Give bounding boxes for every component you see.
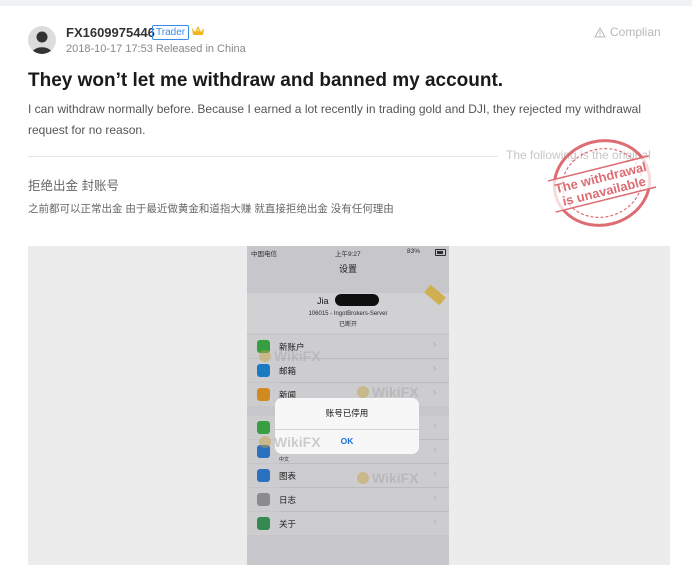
dialog-separator — [275, 429, 419, 430]
wikifx-logo-icon — [259, 436, 271, 448]
post-meta: 2018-10-17 17:53 Released in China — [66, 43, 246, 55]
watermark: WikiFX — [357, 470, 419, 486]
complain-label: Complian — [610, 25, 661, 39]
divider — [28, 156, 498, 157]
watermark: WikiFX — [259, 434, 321, 450]
watermark-text: WikiFX — [274, 434, 321, 450]
post-title: They won’t let me withdraw and banned my… — [28, 70, 504, 91]
wikifx-logo-icon — [259, 350, 271, 362]
watermark-text: WikiFX — [372, 384, 419, 400]
watermark: WikiFX — [259, 348, 321, 364]
withdrawal-unavailable-stamp: The withdrawal is unavailable — [548, 139, 656, 227]
crown-icon — [192, 26, 204, 35]
watermark-text: WikiFX — [274, 348, 321, 364]
original-title-chinese: 拒绝出金 封账号 — [28, 179, 119, 193]
complain-button[interactable]: Complian — [594, 25, 661, 39]
user-silhouette-icon — [32, 31, 52, 54]
username[interactable]: FX1609975446 — [66, 25, 155, 40]
phone-screenshot: 中国电信 上午9:27 83% 设置 Jia 106015 - IngotBro… — [247, 246, 449, 565]
avatar[interactable] — [28, 26, 56, 54]
wikifx-logo-icon — [357, 472, 369, 484]
top-separator — [0, 0, 692, 6]
warning-icon — [594, 26, 606, 38]
watermark: WikiFX — [357, 384, 419, 400]
trader-badge: Trader — [152, 25, 190, 40]
wikifx-logo-icon — [357, 386, 369, 398]
attached-screenshot[interactable]: 中国电信 上午9:27 83% 设置 Jia 106015 - IngotBro… — [28, 246, 670, 565]
original-body-chinese: 之前都可以正常出金 由于最近做黄金和道指大赚 就直接拒绝出金 没有任何理由 — [28, 203, 394, 215]
watermark-text: WikiFX — [372, 470, 419, 486]
dialog-title: 账号已停用 — [325, 408, 369, 418]
